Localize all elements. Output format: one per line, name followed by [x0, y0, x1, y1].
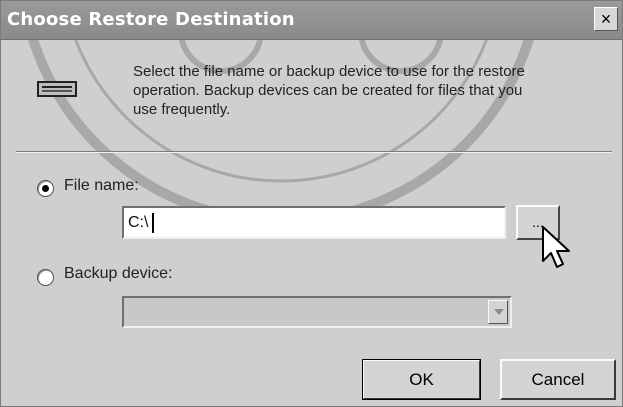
ok-button[interactable]: OK — [362, 359, 481, 400]
backup-device-select[interactable] — [122, 296, 512, 328]
info-text: Select the file name or backup device to… — [133, 62, 603, 119]
info-line-1: Select the file name or backup device to… — [133, 63, 525, 80]
info-line-2: operation. Backup devices can be created… — [133, 82, 523, 99]
title-bar: Choose Restore Destination × — [1, 1, 622, 40]
close-icon: × — [600, 9, 612, 29]
info-line-3: use frequently. — [133, 101, 231, 118]
file-name-radio[interactable] — [37, 180, 54, 197]
backup-device-label: Backup device: — [64, 265, 173, 282]
restore-dialog: Choose Restore Destination × Select the … — [0, 0, 623, 407]
text-caret — [152, 213, 154, 233]
close-button[interactable]: × — [594, 7, 618, 31]
file-name-value: C:\ — [128, 214, 149, 231]
cancel-button[interactable]: Cancel — [500, 359, 616, 400]
file-name-label: File name: — [64, 177, 139, 194]
dialog-title: Choose Restore Destination — [7, 9, 295, 30]
chevron-down-icon[interactable] — [488, 300, 508, 324]
mouse-pointer-icon — [542, 226, 570, 268]
file-name-input[interactable]: C:\ — [122, 206, 506, 239]
separator — [16, 151, 612, 153]
radio-selected-dot — [42, 185, 49, 192]
tape-drive-icon — [37, 81, 77, 97]
backup-device-radio[interactable] — [37, 269, 54, 286]
